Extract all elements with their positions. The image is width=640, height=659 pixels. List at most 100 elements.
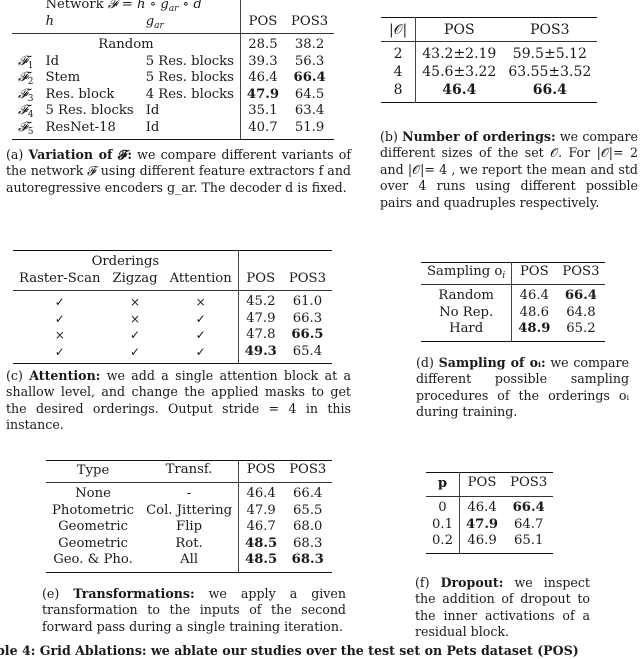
check-icon: ✓ — [54, 344, 65, 359]
cell-sampling: Random — [421, 284, 513, 305]
table-b-block: |𝒪| POS POS3 2 43.2±2.19 59.5±5.12 4 45.6±3.… — [380, 17, 640, 210]
table-row: 2 43.2±2.19 59.5±5.12 — [381, 41, 597, 63]
cell-pos: 47.9 — [465, 516, 499, 532]
cell-p: 0 — [426, 496, 460, 517]
cell-h: Res. block — [45, 86, 115, 102]
table-d-block: Sampling oi POS POS3 Random 46.4 66.4 No Re… — [416, 262, 631, 419]
cell-sampling: Hard — [421, 321, 513, 341]
cell-gar: Id — [145, 103, 160, 118]
cell-transf: Col. Jittering — [146, 502, 233, 518]
table-row: ✓ × ✓ 47.9 66.3 — [13, 310, 332, 327]
table-row: 𝓕2 Stem 5 Res. blocks 46.4 66.4 — [12, 70, 334, 87]
table-a-block: Network 𝓕 = h ∘ gar ∘ d h gar POS POS3 R… — [6, 0, 351, 195]
table-row: Geometric Flip 46.7 68.0 — [46, 519, 332, 536]
check-icon: ✓ — [195, 328, 206, 342]
cell-pos3: 66.4 — [564, 288, 597, 303]
cell-h: ResNet-18 — [39, 119, 140, 140]
col-pos3-header: POS3 — [285, 13, 335, 34]
caption-f: (f) Dropout: we inspect the addition of … — [415, 575, 590, 640]
cell-transf: - — [186, 486, 192, 501]
cell-pos3: 38.2 — [294, 37, 325, 52]
cell-h: Stem — [45, 70, 81, 85]
caption-c: (c) Attention: we add a single attention… — [6, 368, 351, 433]
table-row: Geo. & Pho. All 48.5 68.3 — [46, 552, 332, 572]
table-f-block: p POS POS3 0 46.4 66.4 0.1 47.9 64.7 0.2 46.9 65… — [415, 472, 626, 639]
col-zigzag-header: Zigzag — [106, 270, 164, 291]
cell-pos: 40.7 — [240, 119, 286, 140]
table-row: Geometric Rot. 48.5 68.3 — [46, 535, 332, 552]
col-o-header: |𝒪| — [381, 17, 417, 42]
cell-type: Geo. & Pho. — [53, 552, 133, 567]
caption-e: (e) Transformations: we apply a given tr… — [42, 586, 346, 634]
cell-pos3: 65.4 — [292, 343, 323, 359]
check-icon: ✓ — [195, 311, 206, 326]
cross-icon: × — [195, 295, 206, 309]
table-row: 8 46.4 66.4 — [381, 81, 597, 103]
cross-icon: × — [130, 311, 141, 326]
table-row: 𝓕4 5 Res. blocks Id 35.1 63.4 — [12, 103, 334, 120]
table-row: No Rep. 48.6 64.8 — [421, 304, 605, 321]
cell-o: 8 — [381, 81, 417, 103]
table-d: Sampling oi POS POS3 Random 46.4 66.4 No Re… — [421, 262, 606, 342]
table-row: Random 28.5 38.2 — [12, 33, 334, 54]
table-row: None - 46.4 66.4 — [46, 482, 332, 503]
col-pos3-header: POS3 — [283, 460, 333, 483]
cell-pos3: 65.2 — [566, 321, 596, 336]
cell-pos3: 56.3 — [294, 53, 325, 69]
cell-pos3: 68.0 — [293, 519, 323, 534]
cell-gar: Id — [139, 119, 240, 140]
col-h-header: h — [39, 13, 140, 34]
variant-name: 𝓕5 — [12, 119, 40, 140]
col-p-header: p — [426, 472, 460, 497]
col-pos-header: POS — [511, 262, 557, 285]
cell-pos3: 63.55±3.52 — [508, 64, 592, 80]
cell-transf: Rot. — [175, 535, 203, 551]
table-row: ✓ ✓ ✓ 49.3 65.4 — [13, 343, 332, 364]
cell-pos3: 66.4 — [512, 500, 545, 515]
caption-b: (b) Number of orderings: we compare diff… — [380, 129, 638, 210]
table-row: Photometric Col. Jittering 47.9 65.5 — [46, 502, 332, 519]
variant-name: 𝓕4 — [18, 103, 34, 120]
cell-o: 4 — [381, 63, 417, 81]
cell-pos3: 65.5 — [293, 502, 323, 518]
col-transf-header: Transf. — [140, 460, 239, 483]
check-icon: ✓ — [195, 344, 206, 359]
cell-pos: 48.9 — [518, 321, 551, 336]
table-e-block: Type Transf. POS POS3 None -46.4 66.4 Photo… — [42, 460, 346, 634]
table-row: 4 45.6±3.22 63.55±3.52 — [381, 63, 597, 81]
cell-pos3: 66.5 — [291, 327, 324, 342]
col-pos3-header: POS3 — [282, 270, 332, 291]
cell-pos: 47.9 — [246, 86, 280, 102]
col-pos-header: POS — [415, 17, 503, 42]
col-pos-header: POS — [238, 460, 284, 483]
cell-o: 2 — [381, 41, 417, 63]
cell-pos3: 68.3 — [293, 535, 323, 551]
cell-pos3: 66.4 — [293, 70, 326, 85]
table-a-group-header: Network 𝓕 = h ∘ gar ∘ d — [45, 0, 202, 14]
cell-pos: 46.9 — [467, 533, 497, 548]
cell-sampling: No Rep. — [421, 304, 513, 321]
col-pos3-header: POS3 — [502, 17, 598, 42]
cell-pos: 45.2 — [246, 294, 276, 309]
cell-pos: 46.4 — [442, 82, 477, 98]
cell-pos: 46.4 — [519, 288, 549, 303]
cell-pos3: 65.1 — [513, 533, 544, 548]
col-pos-header: POS — [238, 270, 283, 291]
check-icon: ✓ — [54, 311, 65, 326]
cell-pos3: 63.4 — [294, 103, 325, 118]
cell-pos: 46.4 — [246, 486, 276, 501]
cell-gar: 5 Res. blocks — [145, 70, 234, 85]
cell-pos3: 64.5 — [294, 86, 325, 102]
cell-pos: 48.5 — [245, 552, 278, 567]
variant-name: 𝓕3 — [18, 86, 34, 104]
col-gar-header: gar — [139, 13, 240, 34]
cell-pos: 47.8 — [246, 327, 276, 342]
table-row: 𝓕1 Id 5 Res. blocks 39.3 56.3 — [12, 53, 334, 70]
orderings-group-header: Orderings — [91, 254, 160, 269]
cell-p: 0.2 — [426, 533, 460, 553]
cell-pos3: 68.3 — [291, 552, 324, 567]
check-icon: ✓ — [130, 328, 141, 342]
cell-pos3: 59.5±5.12 — [512, 46, 587, 62]
table-row: Hard 48.9 65.2 — [421, 321, 605, 341]
col-pos3-header: POS3 — [556, 262, 606, 285]
